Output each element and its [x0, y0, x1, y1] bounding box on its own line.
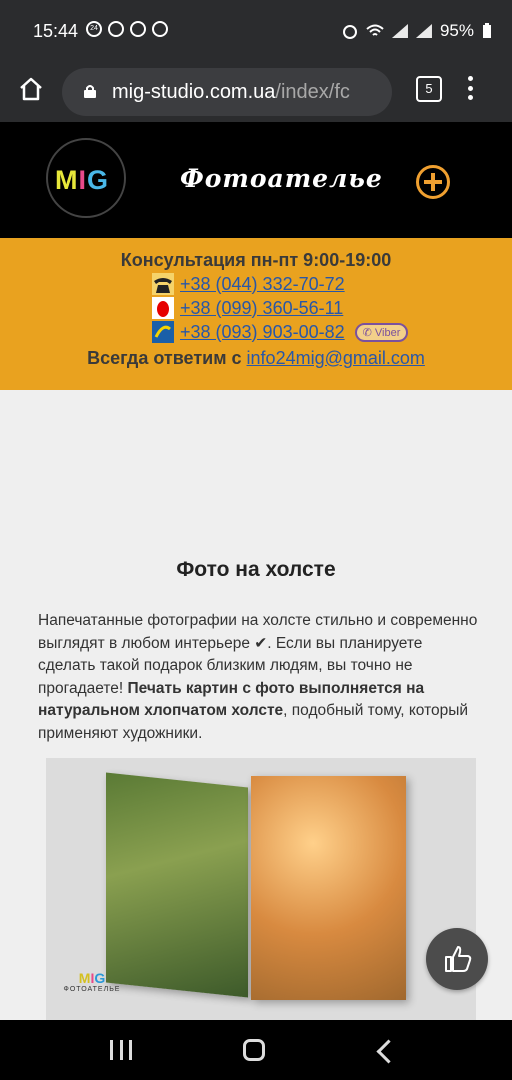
phone-row-1: +38 (044) 332-70-72 — [152, 272, 345, 296]
system-icons: 95% — [342, 21, 492, 41]
url-text: mig-studio.com.ua/index/fc — [112, 81, 384, 104]
battery-icon — [483, 23, 491, 38]
url-host: mig-studio.com.ua — [112, 81, 276, 103]
logo-letter-m: M — [55, 165, 79, 195]
expand-menu-icon[interactable] — [416, 165, 450, 199]
canvas-photo-image: MIG ФОТОАТЕЛЬЕ — [46, 758, 476, 1020]
phone-link-1[interactable]: +38 (044) 332-70-72 — [180, 274, 345, 295]
site-header: MIG Фотоателье — [0, 122, 512, 238]
email-line: Всегда ответим с info24mig@gmail.com — [0, 348, 512, 369]
phone-row-3: +38 (093) 903-00-82 ✆ Viber — [152, 320, 409, 344]
viber-badge[interactable]: ✆ Viber — [354, 322, 409, 342]
mig-logo[interactable]: MIG — [46, 138, 126, 218]
main-content: Фото на холсте Напечатанные фотографии н… — [0, 390, 512, 1020]
message-icon — [108, 21, 124, 37]
thumbs-up-icon — [445, 946, 472, 972]
email-link[interactable]: info24mig@gmail.com — [247, 348, 425, 368]
contact-band: Консультация пн-пт 9:00-19:00 +38 (044) … — [0, 238, 512, 390]
notification-badge-icon: 24 — [86, 21, 102, 37]
phone-link-3[interactable]: +38 (093) 903-00-82 — [180, 322, 345, 343]
page-title: Фото на холсте — [176, 558, 336, 581]
email-prefix: Всегда ответим с — [87, 348, 247, 368]
status-time: 15:44 — [33, 21, 79, 41]
logo-letter-g: G — [87, 165, 110, 195]
landline-phone-icon — [152, 273, 174, 295]
logo-letter-i: I — [78, 165, 88, 195]
tab-switcher-button[interactable]: 5 — [416, 76, 442, 102]
address-bar[interactable]: mig-studio.com.ua/index/fc — [62, 68, 392, 116]
recent-apps-icon[interactable] — [110, 1040, 132, 1060]
lifecell-icon — [152, 321, 174, 343]
signal-icon — [391, 24, 408, 38]
gallery-icon — [152, 21, 168, 37]
home-button-icon[interactable] — [243, 1039, 265, 1061]
viber-label: Viber — [374, 326, 401, 339]
consultation-hours: Консультация пн-пт 9:00-19:00 — [120, 250, 392, 270]
brand-title: Фотоателье — [180, 164, 383, 193]
system-nav-bar — [0, 1020, 512, 1080]
logo-text: MIG — [55, 165, 109, 196]
canvas-print-family — [106, 772, 248, 998]
status-bar: 15:44 24 95% — [0, 0, 512, 62]
browser-toolbar: mig-studio.com.ua/index/fc 5 — [0, 62, 512, 122]
url-path: /index/fc — [275, 81, 350, 103]
wifi-icon — [366, 24, 384, 36]
battery-percent: 95% — [439, 21, 474, 40]
lock-icon — [84, 85, 96, 98]
home-icon[interactable] — [18, 76, 44, 102]
like-button[interactable] — [426, 928, 488, 990]
alarm-icon — [342, 25, 357, 39]
notification-icons: 24 — [86, 21, 168, 37]
intro-paragraph: Напечатанные фотографии на холсте стильн… — [38, 610, 478, 745]
canvas-print-girl — [251, 776, 406, 1000]
overflow-menu-icon[interactable] — [468, 76, 474, 100]
signal-icon-2 — [415, 24, 432, 38]
phone-link-2[interactable]: +38 (099) 360-56-11 — [180, 298, 343, 319]
watermark-text: ФОТОАТЕЛЬЕ — [63, 986, 121, 993]
phone-row-2: +38 (099) 360-56-11 — [152, 296, 343, 320]
watermark-logo: MIG ФОТОАТЕЛЬЕ — [62, 970, 122, 993]
watermark-mig: MIG — [78, 970, 106, 986]
back-icon[interactable] — [376, 1039, 401, 1064]
instagram-icon — [130, 21, 146, 37]
vodafone-icon — [152, 297, 174, 319]
